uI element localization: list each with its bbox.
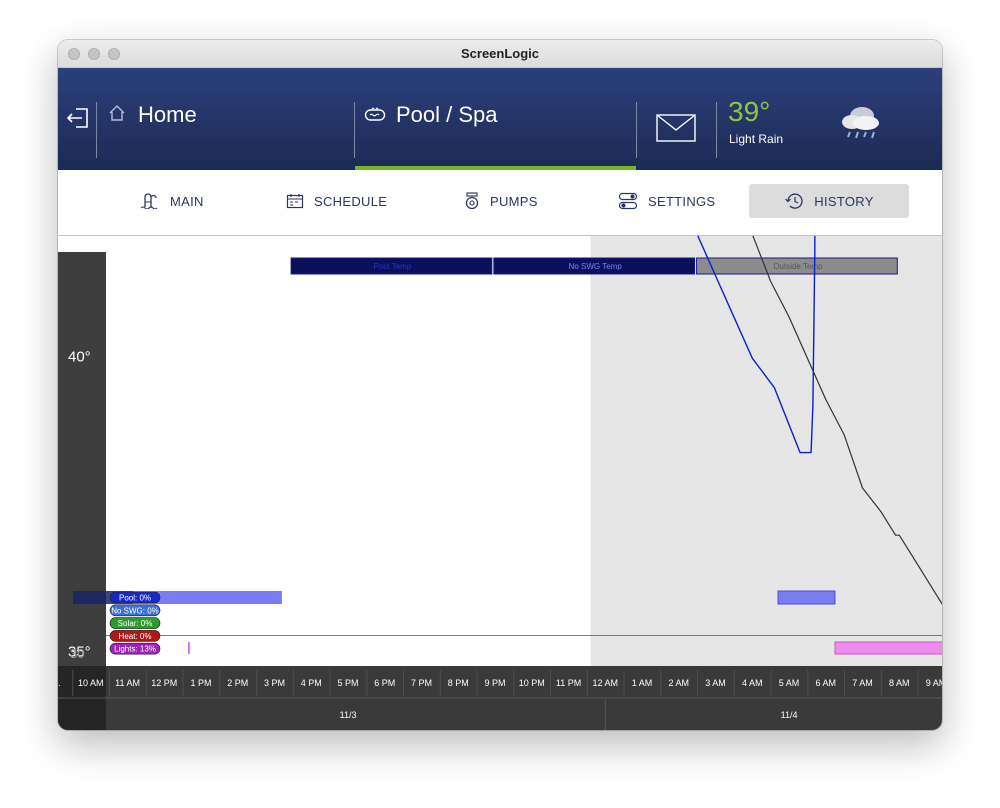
night-shading [590, 236, 942, 666]
y-tick-label: 40° [68, 349, 91, 366]
pool-spa-button[interactable]: Pool / Spa [396, 102, 498, 128]
x-tick-label: 2 AM [669, 678, 690, 688]
x-tick-label: 12 PM [151, 678, 177, 688]
pill-label: No SWG: 0% [111, 606, 159, 615]
tab-label: SCHEDULE [314, 193, 388, 209]
weather-condition: Light Rain [729, 132, 784, 146]
pool-spa-icon[interactable] [364, 106, 386, 127]
x-tick-label: 9 AM [926, 678, 942, 688]
x-tick-label: 10 PM [519, 678, 545, 688]
toggles-icon [618, 192, 638, 210]
x-tick-label: 7 AM [852, 678, 873, 688]
x-tick-label: 5 AM [779, 678, 800, 688]
tab-label: PUMPS [490, 193, 538, 209]
pill-label: Heat: 0% [119, 632, 152, 641]
x-tick-label: 1 PM [191, 678, 212, 688]
tab-label: SETTINGS [648, 193, 716, 209]
app-header: Home Pool / Spa 39° Light Rain [58, 68, 942, 170]
tab-settings[interactable]: SETTINGS [618, 184, 715, 218]
app-window: ScreenLogic Home Pool / Spa 39° Light Ra… [58, 40, 942, 730]
x-tick-label: 1 AM [632, 678, 653, 688]
x-tick-label: 7 PM [411, 678, 432, 688]
history-clock-icon [784, 192, 804, 210]
logout-icon[interactable] [66, 106, 90, 135]
x-tick-label: 12 AM [593, 678, 619, 688]
home-button[interactable]: Home [138, 102, 197, 128]
tab-history[interactable]: HISTORY [749, 184, 909, 218]
tab-main[interactable]: MAIN [140, 184, 204, 218]
lights-run-bar [188, 642, 190, 654]
x-tick-label: 3 PM [264, 678, 285, 688]
equipment-pill: No SWG: 0% [109, 604, 161, 617]
title-bar: ScreenLogic [58, 40, 942, 68]
date-label: 11/4 [781, 710, 798, 720]
pump-icon [464, 192, 480, 210]
rain-cloud-icon [838, 104, 882, 147]
tab-bar: MAIN SCHEDULE PUMPS SETTINGS HISTORY [58, 170, 942, 236]
y-tick-label-partial: 30 [70, 646, 84, 661]
x-tick-label: 6 PM [374, 678, 395, 688]
legend-label: No SWG Temp [569, 262, 623, 271]
equipment-pill: Lights: 13% [109, 642, 161, 655]
tab-schedule[interactable]: SCHEDULE [286, 184, 387, 218]
date-label: 11/3 [340, 710, 357, 720]
pool-run-bar [777, 590, 836, 605]
header-divider [636, 102, 637, 158]
tab-pumps[interactable]: PUMPS [464, 184, 538, 218]
header-divider [716, 102, 717, 158]
mail-icon[interactable] [656, 114, 696, 147]
calendar-icon [286, 193, 304, 209]
x-tick-label: 6 AM [816, 678, 837, 688]
lights-run-bar [834, 641, 942, 655]
x-tick-label: 2 PM [227, 678, 248, 688]
x-tick-label: 4 PM [301, 678, 322, 688]
pill-label: Pool: 0% [119, 594, 151, 603]
tab-label: MAIN [170, 193, 204, 209]
header-divider [96, 102, 97, 158]
x-tick-label: 10 AM [78, 678, 104, 688]
home-icon[interactable] [108, 104, 126, 127]
equipment-pill: Pool: 0% [109, 591, 161, 604]
x-tick-label: 3 AM [705, 678, 726, 688]
pill-label: Solar: 0% [118, 619, 153, 628]
equipment-pill: Solar: 0% [109, 617, 161, 629]
x-tick-label: 8 AM [889, 678, 910, 688]
header-divider [354, 102, 355, 158]
pill-label: Lights: 13% [114, 645, 156, 654]
legend-label: Outside Temp [773, 262, 823, 271]
tab-label: HISTORY [814, 193, 874, 209]
x-tick-label: 8 PM [448, 678, 469, 688]
weather-temperature: 39° [728, 96, 771, 127]
x-tick-label: 9… [58, 678, 61, 688]
pool-ladder-icon [140, 193, 160, 209]
temperature-history-chart[interactable]: 65°60°55°50°45°40°35°Pool TempNo SWG Tem… [58, 236, 942, 730]
legend-label: Pool Temp [374, 262, 412, 271]
x-tick-label: 5 PM [338, 678, 359, 688]
x-tick-label: 4 AM [742, 678, 763, 688]
x-tick-label: 11 PM [556, 678, 581, 688]
window-title: ScreenLogic [460, 46, 540, 61]
x-tick-label: 11 AM [115, 678, 140, 688]
equipment-pill: Heat: 0% [109, 630, 161, 642]
x-tick-label: 9 PM [485, 678, 506, 688]
